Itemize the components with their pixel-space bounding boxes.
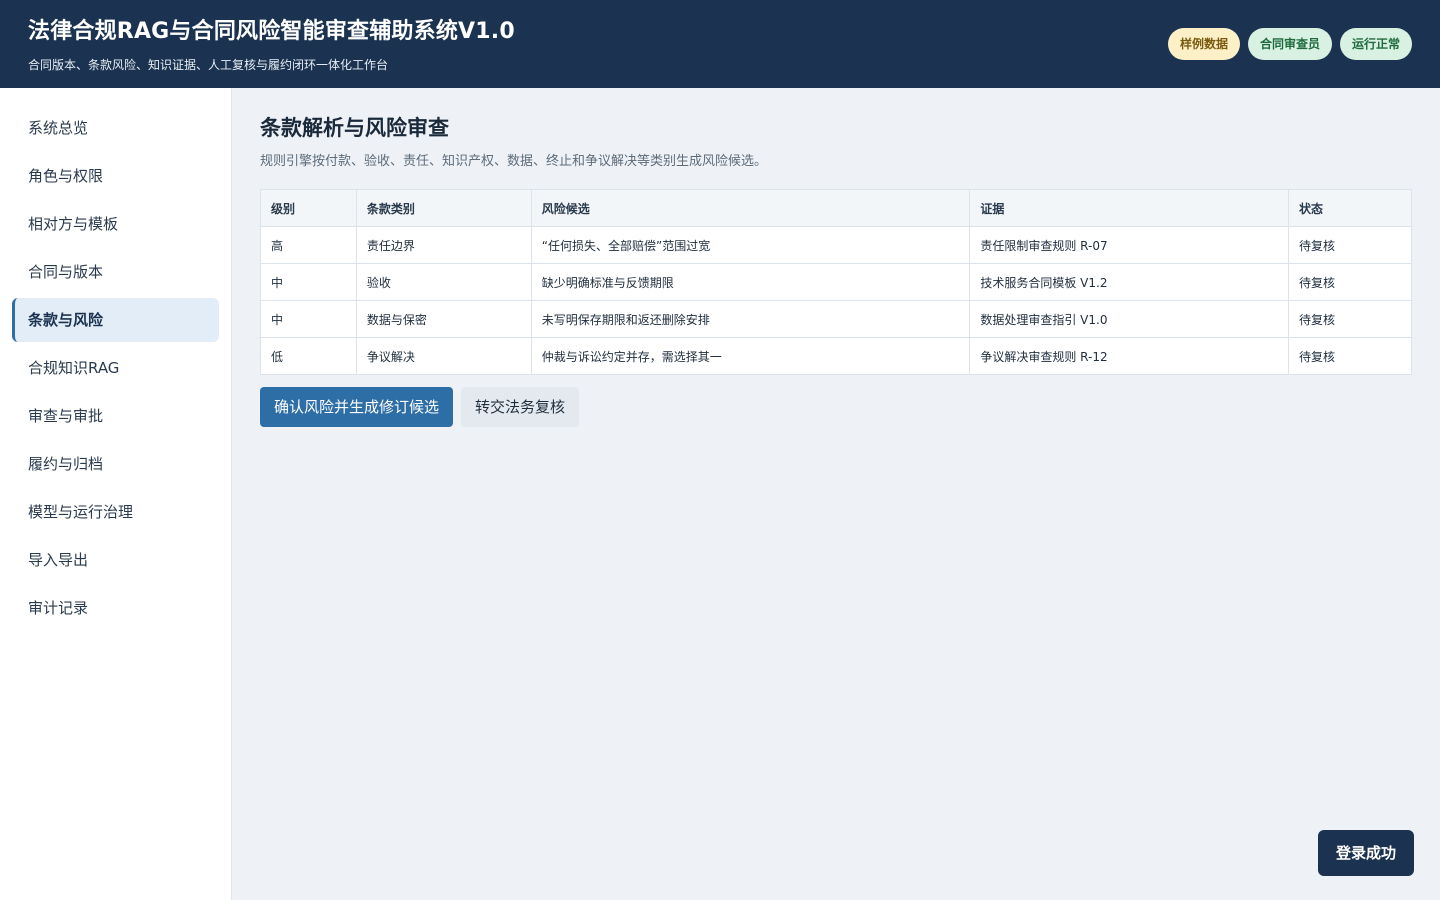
- risk-cell: “任何损失、全部赔偿”范围过宽: [530, 226, 971, 264]
- sidebar-item-overview[interactable]: 系统总览: [12, 106, 219, 150]
- evidence-cell[interactable]: 责任限制审查规则 R-07: [969, 226, 1290, 264]
- sidebar-item-compliance-rag[interactable]: 合规知识RAG: [12, 346, 219, 390]
- category-cell: 验收: [355, 263, 532, 301]
- risk-level-cell: 低: [260, 337, 357, 375]
- table-row[interactable]: 高 责任边界 “任何损失、全部赔偿”范围过宽 责任限制审查规则 R-07 待复核: [260, 226, 1412, 264]
- page-description: 规则引擎按付款、验收、责任、知识产权、数据、终止和争议解决等类别生成风险候选。: [260, 154, 768, 169]
- login-success-toast: 登录成功: [1317, 830, 1414, 876]
- table-row[interactable]: 低 争议解决 仲裁与诉讼约定并存，需选择其一 争议解决审查规则 R-12 待复核: [260, 337, 1412, 375]
- risk-cell: 仲裁与诉讼约定并存，需选择其一: [530, 337, 971, 375]
- risk-level-cell: 中: [260, 263, 357, 301]
- app-header: 法律合规RAG与合同风险智能审查辅助系统V1.0 合同版本、条款风险、知识证据、…: [0, 0, 1440, 88]
- risk-cell: 缺少明确标准与反馈期限: [530, 263, 971, 301]
- column-header-evidence: 证据: [969, 189, 1290, 227]
- evidence-cell[interactable]: 技术服务合同模板 V1.2: [969, 263, 1290, 301]
- sidebar-item-model-governance[interactable]: 模型与运行治理: [12, 490, 219, 534]
- status-cell: 待复核: [1288, 337, 1412, 375]
- action-bar: 确认风险并生成修订候选 转交法务复核: [260, 387, 1412, 427]
- sample-data-badge: 样例数据: [1167, 28, 1240, 60]
- risk-level-cell: 中: [260, 300, 357, 338]
- column-header-level: 级别: [260, 189, 357, 227]
- sidebar-item-clauses-risk[interactable]: 条款与风险: [12, 298, 219, 342]
- evidence-cell[interactable]: 争议解决审查规则 R-12: [969, 337, 1290, 375]
- sidebar-nav: 系统总览 角色与权限 相对方与模板 合同与版本 条款与风险 合规知识RAG 审查…: [0, 88, 232, 900]
- sidebar-item-fulfillment-archive[interactable]: 履约与归档: [12, 442, 219, 486]
- transfer-legal-review-button[interactable]: 转交法务复核: [461, 387, 580, 427]
- table-row[interactable]: 中 验收 缺少明确标准与反馈期限 技术服务合同模板 V1.2 待复核: [260, 263, 1412, 301]
- category-cell: 责任边界: [355, 226, 532, 264]
- system-status-badge: 运行正常: [1339, 28, 1412, 60]
- sidebar-item-contracts[interactable]: 合同与版本: [12, 250, 219, 294]
- sidebar-item-counterparties[interactable]: 相对方与模板: [12, 202, 219, 246]
- category-cell: 争议解决: [355, 337, 532, 375]
- sidebar-item-review-approval[interactable]: 审查与审批: [12, 394, 219, 438]
- table-header-row: 级别 条款类别 风险候选 证据 状态: [260, 189, 1412, 227]
- status-cell: 待复核: [1288, 300, 1412, 338]
- column-header-status: 状态: [1288, 189, 1412, 227]
- status-cell: 待复核: [1288, 226, 1412, 264]
- user-role-badge[interactable]: 合同审查员: [1247, 28, 1332, 60]
- status-cell: 待复核: [1288, 263, 1412, 301]
- risk-table: 级别 条款类别 风险候选 证据 状态 高 责任边界 “任何损失、全部赔偿”范围过…: [260, 189, 1412, 375]
- risk-cell: 未写明保存期限和返还删除安排: [530, 300, 971, 338]
- sidebar-item-audit-log[interactable]: 审计记录: [12, 586, 219, 630]
- sidebar-item-import-export[interactable]: 导入导出: [12, 538, 219, 582]
- table-row[interactable]: 中 数据与保密 未写明保存期限和返还删除安排 数据处理审查指引 V1.0 待复核: [260, 300, 1412, 338]
- confirm-risk-button[interactable]: 确认风险并生成修订候选: [260, 387, 454, 427]
- category-cell: 数据与保密: [355, 300, 532, 338]
- header-badges: 样例数据 合同审查员 运行正常: [1167, 28, 1412, 60]
- sidebar-item-roles[interactable]: 角色与权限: [12, 154, 219, 198]
- evidence-cell[interactable]: 数据处理审查指引 V1.0: [969, 300, 1290, 338]
- column-header-risk: 风险候选: [530, 189, 971, 227]
- risk-level-cell: 高: [260, 226, 357, 264]
- page-title: 条款解析与风险审查: [260, 116, 449, 140]
- column-header-category: 条款类别: [355, 189, 532, 227]
- main-content: 条款解析与风险审查 规则引擎按付款、验收、责任、知识产权、数据、终止和争议解决等…: [232, 88, 1440, 900]
